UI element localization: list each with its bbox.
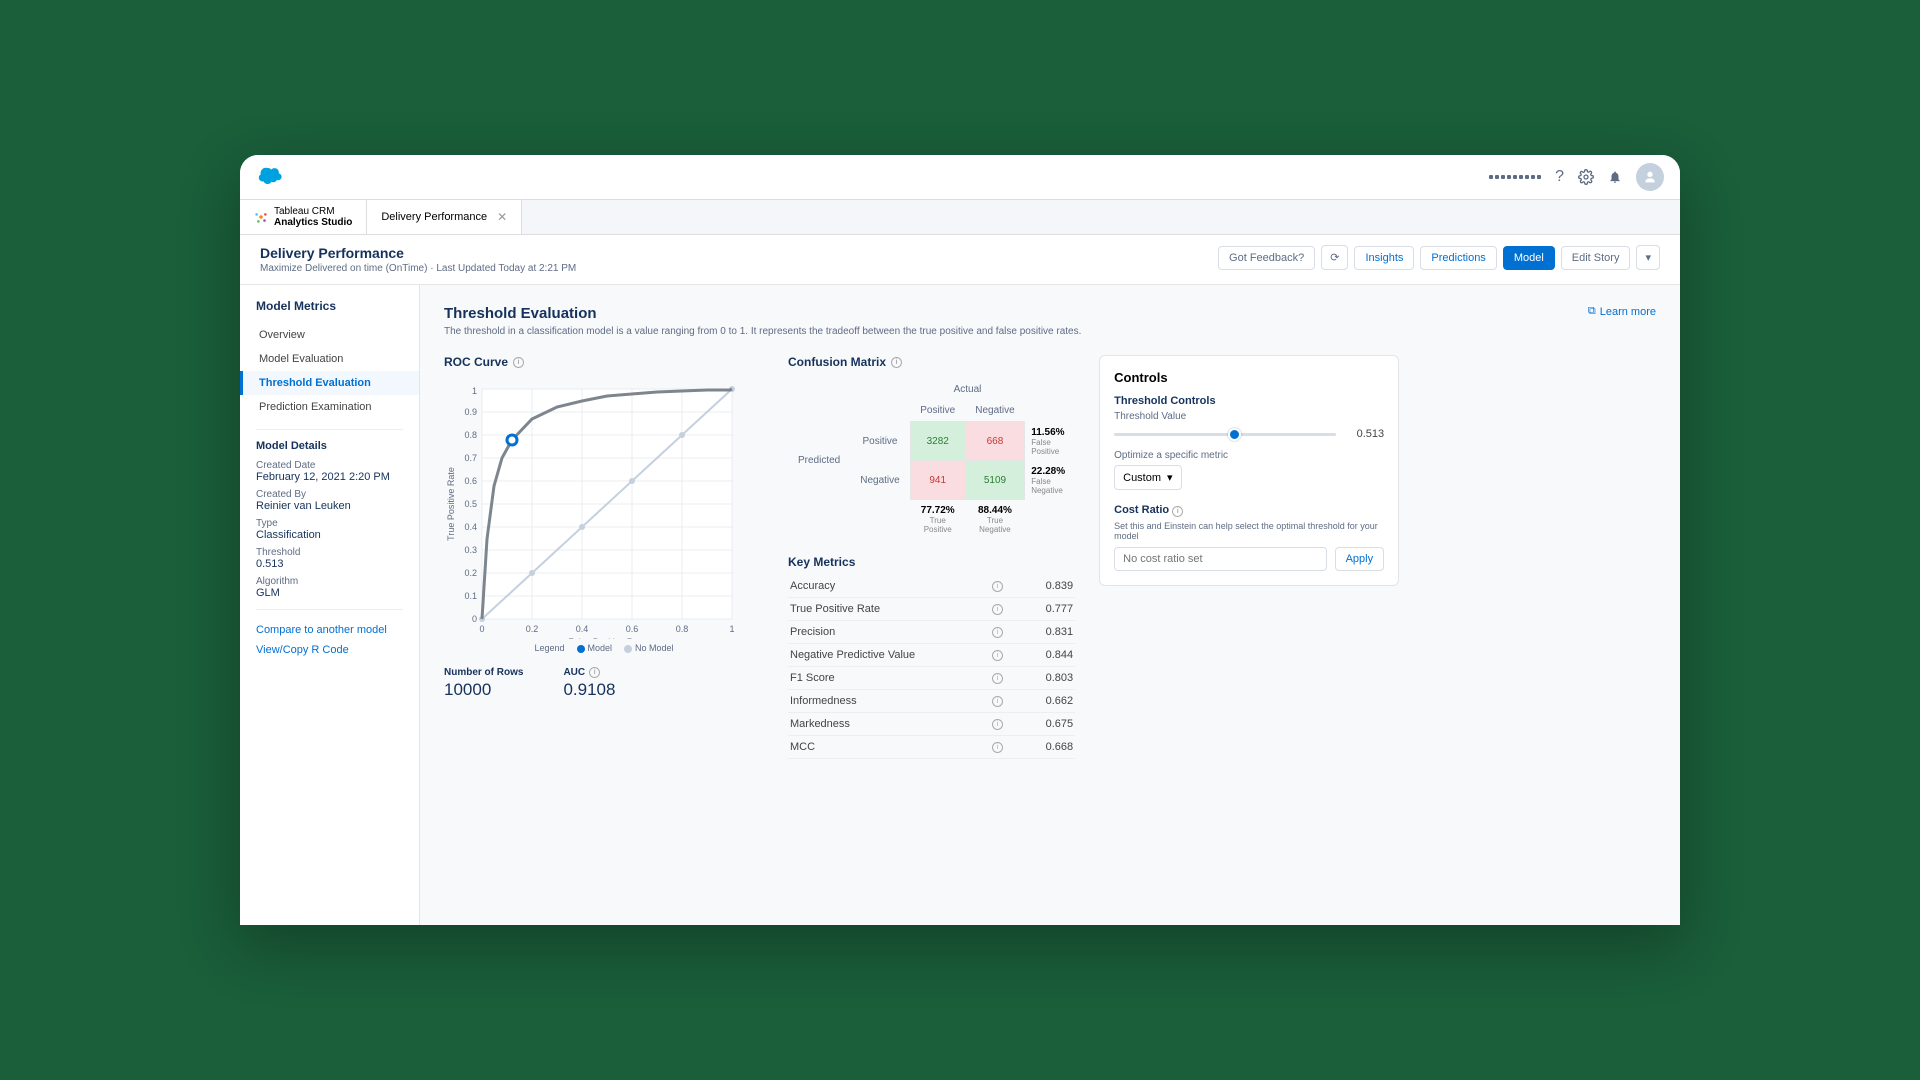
more-menu-button[interactable]: ▾: [1636, 245, 1660, 270]
metric-row: True Positive Ratei0.777: [788, 598, 1075, 621]
sidebar-item-overview[interactable]: Overview: [240, 323, 419, 347]
svg-text:0.8: 0.8: [464, 430, 477, 440]
svg-text:0: 0: [472, 614, 477, 624]
roc-legend: Legend Model No Model: [444, 643, 764, 653]
predictions-button[interactable]: Predictions: [1420, 246, 1496, 270]
key-metrics-title: Key Metrics: [788, 555, 855, 569]
threshold-slider[interactable]: [1114, 433, 1336, 436]
gear-icon[interactable]: [1578, 169, 1594, 185]
model-button[interactable]: Model: [1503, 246, 1555, 270]
info-icon[interactable]: i: [589, 667, 600, 678]
refresh-button[interactable]: ⟳: [1321, 245, 1348, 270]
info-icon[interactable]: i: [1172, 506, 1183, 517]
feedback-button[interactable]: Got Feedback?: [1218, 246, 1315, 270]
metric-row: Informednessi0.662: [788, 690, 1075, 713]
info-icon[interactable]: i: [513, 357, 524, 368]
threshold-controls-label: Threshold Controls: [1114, 395, 1384, 407]
svg-text:0.4: 0.4: [464, 522, 477, 532]
insights-button[interactable]: Insights: [1354, 246, 1414, 270]
metric-row: Accuracyi0.839: [788, 575, 1075, 598]
model-type: Classification: [256, 529, 403, 541]
app-tab[interactable]: Tableau CRMAnalytics Studio: [240, 200, 367, 234]
app-name-line2: Analytics Studio: [274, 217, 352, 228]
roc-chart: 0 0.1 0.2 0.3 0.4 0.5 0.6 0.7 0.8 0.9 1 0 0.2 0.4 0.6…: [444, 379, 744, 639]
app-launcher-icon[interactable]: [1489, 175, 1541, 179]
page-subtitle: Maximize Delivered on time (OnTime) · La…: [260, 263, 576, 274]
threshold-value: 0.513: [256, 558, 403, 570]
svg-text:1: 1: [472, 386, 477, 396]
salesforce-logo: [256, 165, 284, 190]
svg-text:0.5: 0.5: [464, 499, 477, 509]
info-icon[interactable]: i: [992, 719, 1003, 730]
info-icon[interactable]: i: [891, 357, 902, 368]
info-icon[interactable]: i: [992, 627, 1003, 638]
cost-ratio-label: Cost Ratio: [1114, 504, 1169, 516]
bell-icon[interactable]: [1608, 170, 1622, 184]
controls-title: Controls: [1114, 370, 1384, 385]
page-tab[interactable]: Delivery Performance ✕: [367, 200, 522, 234]
threshold-slider-value: 0.513: [1344, 428, 1384, 440]
info-icon[interactable]: i: [992, 742, 1003, 753]
metric-row: Markednessi0.675: [788, 713, 1075, 736]
optimize-metric-select[interactable]: Custom▾: [1114, 465, 1181, 490]
sidebar-item-threshold-evaluation[interactable]: Threshold Evaluation: [240, 371, 419, 395]
svg-text:0.8: 0.8: [676, 624, 689, 634]
svg-text:0.3: 0.3: [464, 545, 477, 555]
compare-model-link[interactable]: Compare to another model: [240, 620, 419, 640]
page-title: Delivery Performance: [260, 245, 576, 261]
svg-text:0.1: 0.1: [464, 591, 477, 601]
info-icon[interactable]: i: [992, 581, 1003, 592]
created-by: Reinier van Leuken: [256, 500, 403, 512]
close-icon[interactable]: ✕: [497, 210, 507, 224]
svg-text:0.9: 0.9: [464, 407, 477, 417]
info-icon[interactable]: i: [992, 650, 1003, 661]
sidebar-title: Model Metrics: [240, 299, 419, 323]
view-code-link[interactable]: View/Copy R Code: [240, 640, 419, 660]
edit-story-button[interactable]: Edit Story: [1561, 246, 1631, 270]
rows-label: Number of Rows: [444, 667, 523, 678]
roc-title: ROC Curve: [444, 355, 508, 369]
metric-row: Negative Predictive Valuei0.844: [788, 644, 1075, 667]
auc-value: 0.9108: [563, 680, 615, 700]
chevron-down-icon: ▾: [1167, 471, 1173, 484]
auc-label: AUC: [563, 667, 585, 678]
info-icon[interactable]: i: [992, 604, 1003, 615]
model-details-title: Model Details: [256, 440, 403, 452]
info-icon[interactable]: i: [992, 673, 1003, 684]
avatar[interactable]: [1636, 163, 1664, 191]
app-name-line1: Tableau CRM: [274, 206, 335, 217]
svg-text:0.7: 0.7: [464, 453, 477, 463]
analytics-studio-icon: [254, 210, 268, 224]
sidebar-item-model-evaluation[interactable]: Model Evaluation: [240, 347, 419, 371]
svg-text:0.6: 0.6: [464, 476, 477, 486]
main-title: Threshold Evaluation: [444, 305, 597, 322]
confusion-title: Confusion Matrix: [788, 355, 886, 369]
cost-ratio-input[interactable]: [1114, 547, 1326, 571]
page-tab-label: Delivery Performance: [381, 211, 487, 223]
external-link-icon: ⧉: [1588, 305, 1596, 318]
learn-more-link[interactable]: ⧉ Learn more: [1588, 305, 1656, 318]
slider-thumb[interactable]: [1228, 428, 1241, 441]
apply-button[interactable]: Apply: [1335, 547, 1385, 571]
algorithm: GLM: [256, 587, 403, 599]
metric-row: MCCi0.668: [788, 736, 1075, 759]
sidebar-item-prediction-examination[interactable]: Prediction Examination: [240, 395, 419, 419]
svg-text:True Positive Rate: True Positive Rate: [446, 467, 456, 541]
info-icon[interactable]: i: [992, 696, 1003, 707]
created-date: February 12, 2021 2:20 PM: [256, 471, 403, 483]
svg-text:0.2: 0.2: [526, 624, 539, 634]
metric-row: F1 Scorei0.803: [788, 667, 1075, 690]
svg-text:1: 1: [729, 624, 734, 634]
svg-text:0.4: 0.4: [576, 624, 589, 634]
svg-text:False Positive Rate: False Positive Rate: [568, 637, 646, 639]
svg-text:0: 0: [479, 624, 484, 634]
rows-value: 10000: [444, 680, 523, 700]
main-description: The threshold in a classification model …: [444, 326, 1656, 337]
metric-row: Precisioni0.831: [788, 621, 1075, 644]
confusion-matrix: Actual PositiveNegative Predicted Positi…: [788, 379, 1075, 539]
svg-text:0.6: 0.6: [626, 624, 639, 634]
help-icon[interactable]: ?: [1555, 168, 1564, 186]
svg-text:0.2: 0.2: [464, 568, 477, 578]
